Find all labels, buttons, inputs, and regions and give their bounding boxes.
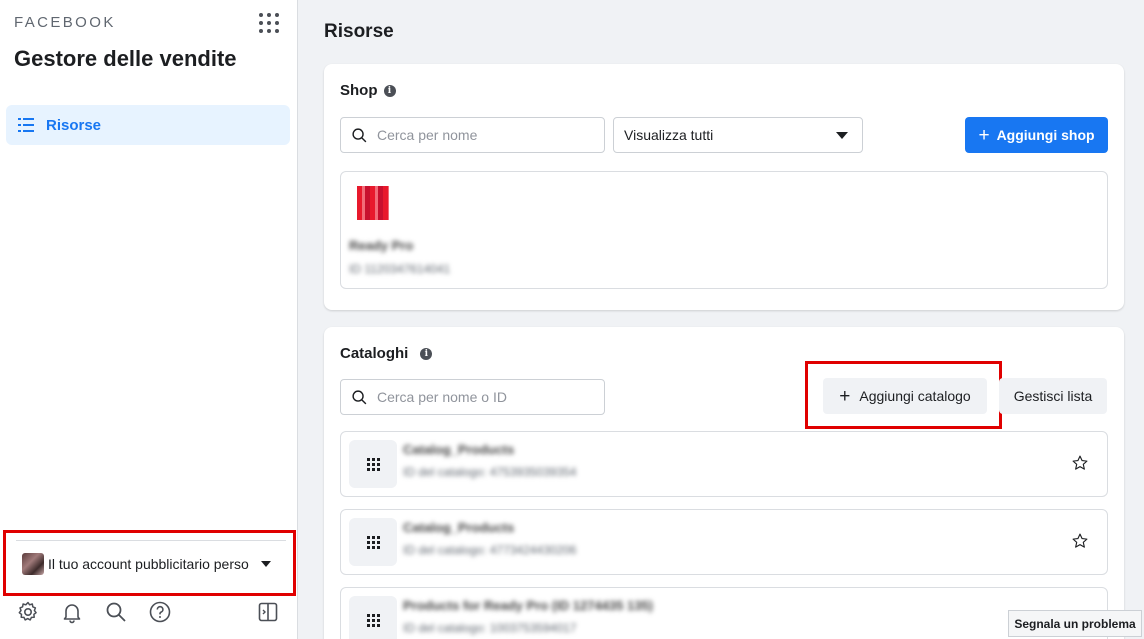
catalog-name: Products for Ready Pro (ID 1274435 135) [403,598,653,613]
info-icon[interactable]: i [420,347,433,360]
bell-icon[interactable] [60,600,84,624]
sidebar-item-risorse[interactable]: Risorse [6,105,290,145]
apps-grid-icon[interactable] [259,13,279,33]
catalog-list-item[interactable]: Catalog_Products ID del catalogo: 477342… [340,509,1108,575]
filter-value: Visualizza tutti [624,127,714,143]
catalog-search-input[interactable]: Cerca per nome o ID [340,379,605,415]
shop-title: Shop [340,82,378,99]
shop-list-item[interactable]: Ready Pro ID 1120347614041 [340,171,1108,289]
catalogs-section-title: Cataloghi i [340,345,433,362]
star-icon[interactable] [1071,454,1089,472]
catalog-id: ID del catalogo: 1003753594017 [403,621,577,635]
catalog-grid-icon [349,596,397,639]
shop-card: Shop i Cerca per nome Visualizza tutti +… [324,64,1124,310]
list-icon [18,118,34,132]
catalog-id: ID del catalogo: 4773424430206 [403,543,577,557]
sidebar-item-label: Risorse [46,116,102,134]
catalog-grid-icon [349,440,397,488]
plus-icon: + [839,385,851,407]
gear-icon[interactable] [16,600,40,624]
search-placeholder: Cerca per nome o ID [377,389,507,405]
sidebar: FACEBOOK Gestore delle vendite Risorse I… [0,0,298,639]
add-catalog-button[interactable]: + Aggiungi catalogo [823,378,987,414]
help-icon[interactable] [148,600,172,624]
caret-down-icon [261,560,271,567]
catalog-name: Catalog_Products [403,442,515,457]
add-shop-label: Aggiungi shop [996,127,1095,143]
brand-logo: FACEBOOK [14,14,116,31]
shop-section-title: Shop i [340,82,396,99]
shop-logo [357,186,389,220]
manage-list-button[interactable]: Gestisci lista [999,378,1107,414]
app-title: Gestore delle vendite [14,46,237,71]
shop-name: Ready Pro [349,238,414,253]
shop-search-input[interactable]: Cerca per nome [340,117,605,153]
search-placeholder: Cerca per nome [377,127,478,143]
search-icon [352,127,367,142]
catalogs-card: Cataloghi i Cerca per nome o ID + Aggiun… [324,327,1124,639]
chevron-down-icon [836,131,848,139]
shop-id: ID 1120347614041 [349,262,451,276]
account-label: Il tuo account pubblicitario perso [48,555,249,572]
search-icon[interactable] [104,600,128,624]
catalog-list-item[interactable]: Products for Ready Pro (ID 1274435 135) … [340,587,1108,639]
catalog-list-item[interactable]: Catalog_Products ID del catalogo: 475393… [340,431,1108,497]
catalogs-title: Cataloghi [340,345,409,362]
star-icon[interactable] [1071,532,1089,550]
catalog-grid-icon [349,518,397,566]
search-icon [352,389,367,404]
report-problem-button[interactable]: Segnala un problema [1008,610,1142,637]
account-selector[interactable]: Il tuo account pubblicitario perso [16,540,286,586]
catalog-id: ID del catalogo: 4753935039354 [403,465,577,479]
shop-filter-select[interactable]: Visualizza tutti [613,117,863,153]
add-shop-button[interactable]: + Aggiungi shop [965,117,1108,153]
page-title: Risorse [324,21,394,42]
account-highlight: Il tuo account pubblicitario perso [3,530,296,596]
info-icon[interactable]: i [383,84,396,97]
sidebar-footer [0,600,298,626]
catalog-name: Catalog_Products [403,520,515,535]
avatar [22,552,44,575]
add-catalog-label: Aggiungi catalogo [859,388,971,404]
manage-list-label: Gestisci lista [1013,388,1093,404]
panel-toggle-icon[interactable] [256,600,280,624]
plus-icon: + [978,124,990,146]
